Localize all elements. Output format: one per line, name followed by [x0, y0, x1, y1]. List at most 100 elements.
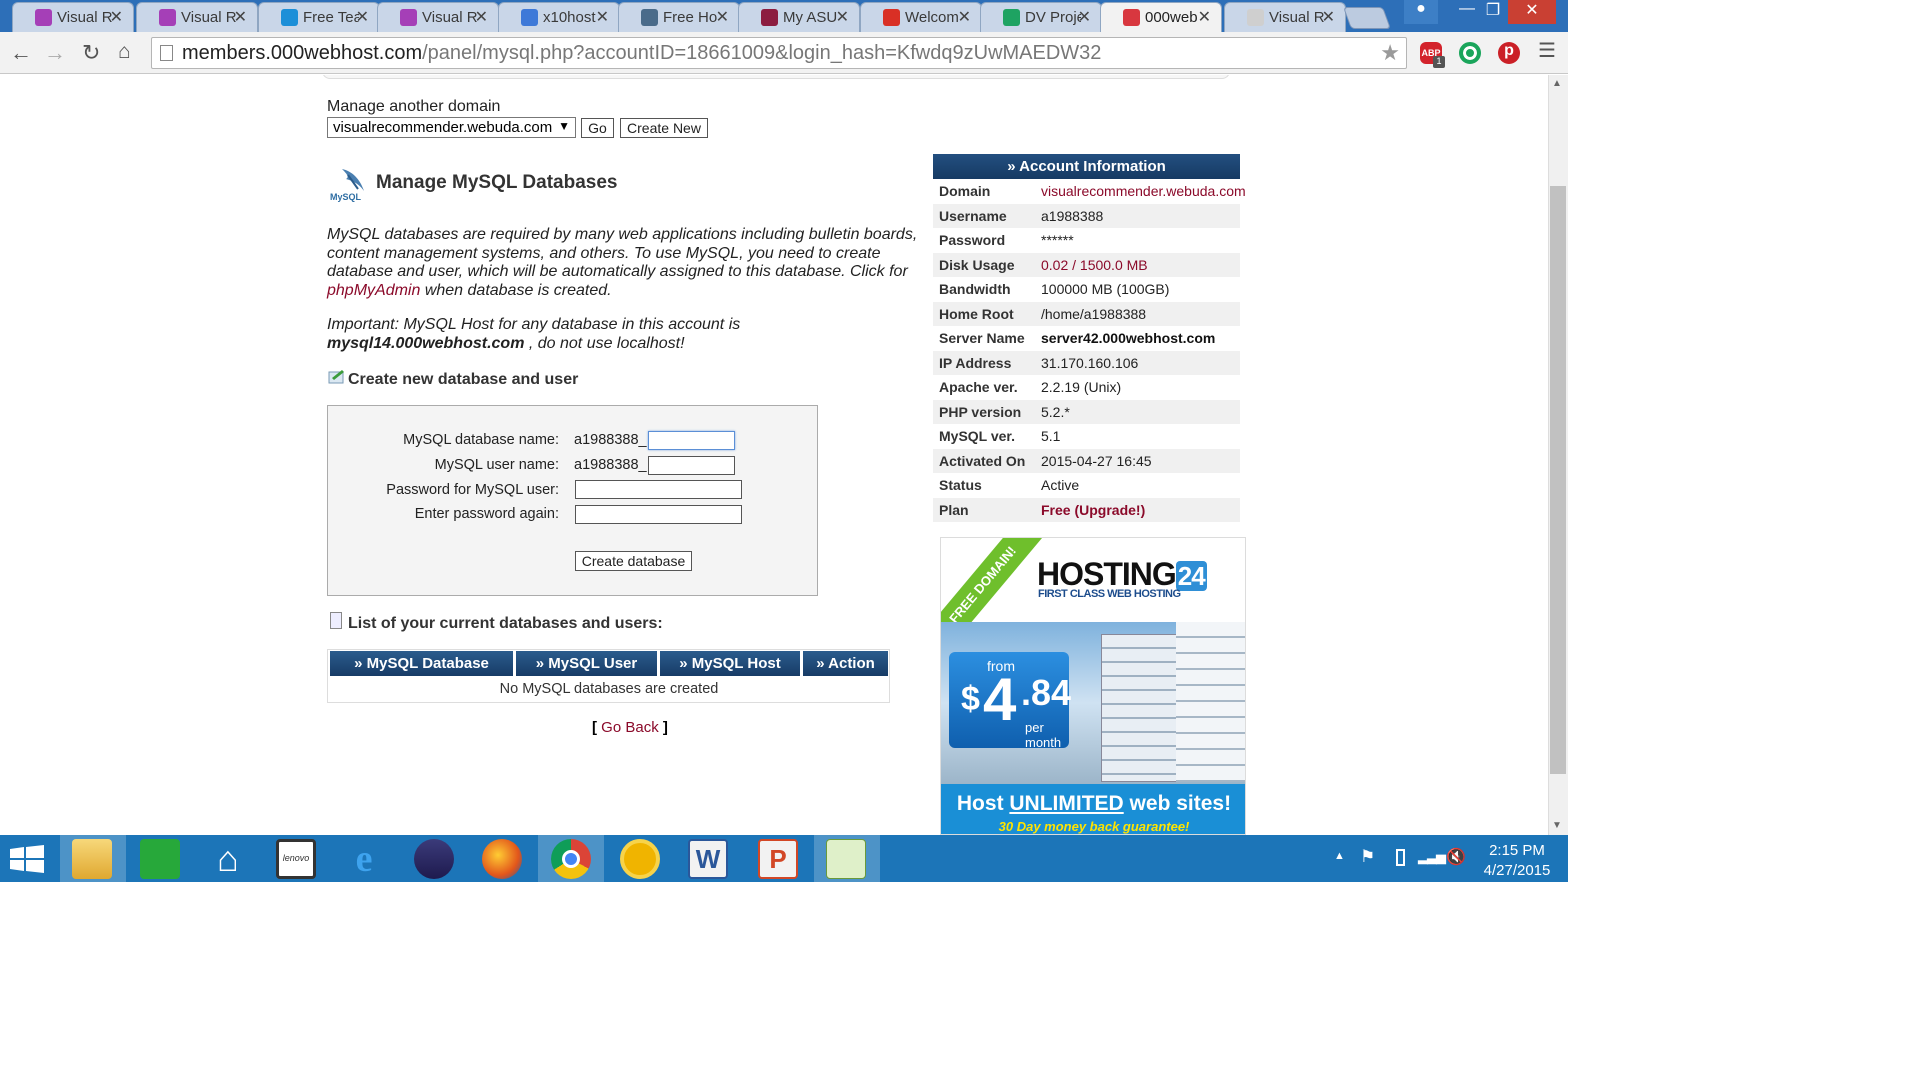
firefox-icon[interactable]: [482, 839, 522, 879]
account-info-value[interactable]: visualrecommender.webuda.com: [1041, 183, 1246, 199]
manage-domain-label: Manage another domain: [327, 98, 501, 115]
menu-icon[interactable]: ☰: [1538, 38, 1556, 63]
close-tab-icon[interactable]: ✕: [234, 7, 247, 27]
home-icon[interactable]: ⌂: [118, 40, 131, 64]
grammarly-icon[interactable]: [1459, 42, 1481, 64]
show-hidden-icons-icon[interactable]: ▲: [1334, 850, 1345, 862]
password-again-input[interactable]: [575, 505, 742, 524]
close-tab-icon[interactable]: ✕: [1078, 7, 1091, 27]
battery-icon[interactable]: [1396, 849, 1405, 866]
price-badge: from $ 4 .84 per month: [949, 652, 1071, 750]
close-tab-icon[interactable]: ✕: [958, 7, 971, 27]
browser-tab[interactable]: DV Proje ✕: [980, 2, 1102, 32]
go-button[interactable]: Go: [581, 118, 614, 138]
domain-select[interactable]: visualrecommender.webuda.com ▼: [327, 117, 576, 138]
wifi-icon[interactable]: ▂▃▅: [1418, 849, 1446, 865]
browser-tab[interactable]: Welcom ✕: [860, 2, 982, 32]
chrome-icon[interactable]: [551, 839, 591, 879]
go-back-link[interactable]: Go Back: [601, 719, 659, 736]
notepad-plus-icon[interactable]: [826, 839, 866, 879]
clock-time[interactable]: 2:15 PM: [1478, 842, 1556, 859]
browser-tab[interactable]: 000web ✕: [1100, 2, 1222, 32]
password-label: Password for MySQL user:: [386, 482, 559, 498]
create-new-button[interactable]: Create New: [620, 118, 708, 138]
user-profile-button[interactable]: ●: [1404, 0, 1438, 24]
volume-muted-icon[interactable]: 🔇: [1446, 847, 1466, 867]
close-tab-icon[interactable]: ✕: [836, 7, 849, 27]
scrollbar-thumb[interactable]: [1550, 186, 1566, 774]
account-info-value: Active: [1041, 477, 1080, 493]
lenovo-icon[interactable]: lenovo: [276, 839, 316, 879]
close-tab-icon[interactable]: ✕: [356, 7, 369, 27]
tab-favicon-icon: [883, 9, 900, 26]
word-icon[interactable]: W: [688, 839, 728, 879]
tab-favicon-icon: [1123, 9, 1140, 26]
scroll-up-arrow[interactable]: ▲: [1552, 78, 1562, 89]
ad-tagline: FIRST CLASS WEB HOSTING: [1038, 588, 1181, 600]
db-name-prefix: a1988388_: [574, 432, 647, 448]
tab-favicon-icon: [761, 9, 778, 26]
file-explorer-icon[interactable]: [72, 839, 112, 879]
phpmyadmin-link[interactable]: phpMyAdmin: [327, 282, 420, 299]
pinterest-icon[interactable]: p: [1498, 42, 1520, 64]
back-icon[interactable]: ←: [10, 40, 32, 66]
windows-start-icon[interactable]: [10, 845, 44, 873]
reload-icon[interactable]: ↻: [82, 40, 100, 66]
browser-tab[interactable]: Visual R ✕: [136, 2, 258, 32]
browser-tab[interactable]: Free Tea ✕: [258, 2, 380, 32]
powerpoint-icon[interactable]: P: [758, 839, 798, 879]
tab-label: Visual R: [422, 9, 478, 26]
hosting24-ad-banner[interactable]: FREE DOMAIN! HOSTING24 FIRST CLASS WEB H…: [940, 537, 1246, 835]
account-info-row: Home Root/home/a1988388: [933, 301, 1240, 326]
store-icon[interactable]: [140, 839, 180, 879]
browser-tab[interactable]: My ASU ✕: [738, 2, 860, 32]
account-info-row: Bandwidth 100000 MB (100GB): [933, 277, 1240, 301]
page-icon: [160, 45, 173, 61]
account-info-row: Username a1988388: [933, 203, 1240, 228]
account-info-row: Domain visualrecommender.webuda.com: [933, 179, 1246, 203]
close-tab-icon[interactable]: ✕: [716, 7, 729, 27]
server-rack: [1176, 622, 1245, 782]
new-tab-button[interactable]: [1342, 7, 1392, 29]
close-tab-icon[interactable]: ✕: [110, 7, 123, 27]
browser-tab[interactable]: Free Ho ✕: [618, 2, 740, 32]
bookmark-star-icon[interactable]: ★: [1380, 40, 1400, 66]
forward-icon[interactable]: →: [44, 40, 66, 66]
db-name-input[interactable]: [648, 431, 735, 450]
account-info-key: MySQL ver.: [939, 428, 1016, 444]
browser-tab[interactable]: Visual R ✕: [377, 2, 499, 32]
close-tab-icon[interactable]: ✕: [596, 7, 609, 27]
create-database-button[interactable]: Create database: [575, 551, 692, 571]
tab-label: Free Ho: [663, 9, 718, 26]
account-info-value: ******: [1041, 232, 1074, 248]
browser-tab[interactable]: Visual R ✕: [12, 2, 134, 32]
restore-button[interactable]: ❐: [1476, 0, 1510, 24]
user-name-prefix: a1988388_: [574, 457, 647, 473]
upgrade-plan-link[interactable]: Free (Upgrade!): [1041, 502, 1145, 518]
eclipse-icon[interactable]: [414, 839, 454, 879]
password-input[interactable]: [575, 480, 742, 499]
canary-icon[interactable]: [620, 839, 660, 879]
account-info-key: Activated On: [939, 452, 1026, 469]
clock-date[interactable]: 4/27/2015: [1478, 862, 1556, 879]
account-info-value: 0.02 / 1500.0 MB: [1041, 256, 1148, 273]
scroll-down-arrow[interactable]: ▼: [1552, 820, 1562, 831]
action-center-flag-icon[interactable]: ⚑: [1360, 847, 1375, 867]
home-app-icon[interactable]: ⌂: [208, 839, 248, 879]
close-tab-icon[interactable]: ✕: [1198, 7, 1211, 27]
internet-explorer-icon[interactable]: e: [344, 839, 384, 879]
browser-toolbar: ← → ↻ ⌂ members.000webhost.com/panel/mys…: [0, 32, 1568, 74]
tab-favicon-icon: [1247, 9, 1264, 26]
account-info-value: server42.000webhost.com: [1041, 330, 1216, 346]
address-bar[interactable]: members.000webhost.com/panel/mysql.php?a…: [151, 37, 1407, 69]
browser-tab[interactable]: Visual R ✕: [1224, 2, 1346, 32]
ad-guarantee: 30 Day money back guarantee!: [998, 819, 1190, 834]
account-info-key: PHP version: [939, 403, 1022, 420]
tab-label: Welcom: [905, 9, 959, 26]
user-name-input[interactable]: [648, 456, 735, 475]
close-tab-icon[interactable]: ✕: [1322, 7, 1335, 27]
close-window-button[interactable]: ✕: [1508, 0, 1556, 24]
browser-tab[interactable]: x10host ✕: [498, 2, 620, 32]
close-tab-icon[interactable]: ✕: [475, 7, 488, 27]
account-info-value: 100000 MB (100GB): [1041, 281, 1170, 297]
